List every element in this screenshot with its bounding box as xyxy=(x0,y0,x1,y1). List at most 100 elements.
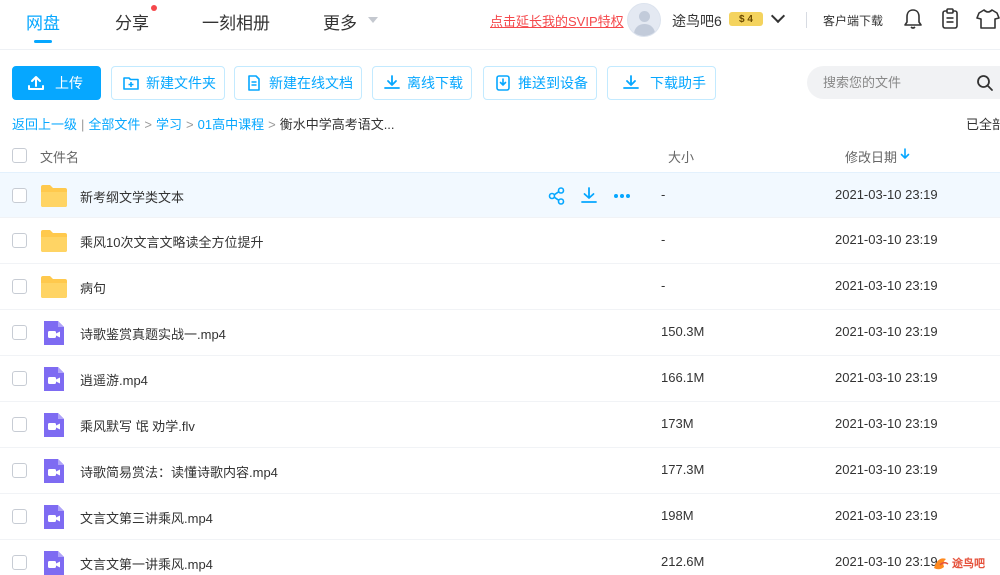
table-row[interactable]: 病句 - 2021-03-10 23:19 xyxy=(0,264,1000,310)
breadcrumb-item[interactable]: 01高中课程 xyxy=(198,117,264,132)
username[interactable]: 途鸟吧6 xyxy=(672,11,722,31)
file-date: 2021-03-10 23:19 xyxy=(835,232,938,247)
table-row[interactable]: 乘风默写 氓 劝学.flv 173M 2021-03-10 23:19 xyxy=(0,402,1000,448)
file-name[interactable]: 诗歌鉴赏真题实战一.mp4 xyxy=(80,324,226,343)
file-size: 212.6M xyxy=(661,554,705,569)
row-checkbox[interactable] xyxy=(12,279,27,294)
bell-icon[interactable] xyxy=(903,8,923,30)
watermark-text: 途鸟吧 xyxy=(952,556,985,570)
table-row[interactable]: 乘风10次文言文略读全方位提升 - 2021-03-10 23:19 xyxy=(0,218,1000,264)
chevron-down-icon[interactable] xyxy=(368,17,378,23)
file-size: 150.3M xyxy=(661,324,705,339)
divider xyxy=(806,12,807,28)
file-date: 2021-03-10 23:19 xyxy=(835,416,938,431)
avatar[interactable] xyxy=(627,3,661,37)
notification-dot xyxy=(151,5,157,11)
row-checkbox[interactable] xyxy=(12,188,27,203)
table-row[interactable]: 新考纲文学类文本 - 2021-03-10 23:19 xyxy=(0,172,1000,218)
share-icon[interactable] xyxy=(547,186,567,206)
file-name[interactable]: 文言文第一讲乘风.mp4 xyxy=(80,554,213,573)
breadcrumb-separator: > xyxy=(144,117,153,132)
table-row[interactable]: 文言文第三讲乘风.mp4 198M 2021-03-10 23:19 xyxy=(0,494,1000,540)
file-name[interactable]: 病句 xyxy=(80,278,106,297)
upload-label: 上传 xyxy=(55,75,83,91)
row-checkbox[interactable] xyxy=(12,463,27,478)
column-filename[interactable]: 文件名 xyxy=(40,147,79,166)
file-name[interactable]: 乘风默写 氓 劝学.flv xyxy=(80,416,195,435)
new-doc-label: 新建在线文档 xyxy=(269,75,353,91)
upload-button[interactable]: 上传 xyxy=(12,66,101,100)
offline-download-label: 离线下载 xyxy=(407,75,463,91)
shirt-icon[interactable] xyxy=(976,8,1000,30)
loaded-status: 已全部 xyxy=(966,117,1000,132)
download-icon[interactable] xyxy=(579,186,599,206)
row-checkbox[interactable] xyxy=(12,555,27,570)
more-icon[interactable] xyxy=(612,186,632,206)
breadcrumb-separator: > xyxy=(268,117,276,132)
breadcrumb-separator: > xyxy=(186,117,194,132)
video-file-icon xyxy=(44,551,64,575)
file-name[interactable]: 诗歌简易赏法：读懂诗歌内容.mp4 xyxy=(80,462,278,481)
push-device-icon xyxy=(496,75,510,91)
row-checkbox[interactable] xyxy=(12,371,27,386)
new-folder-button[interactable]: 新建文件夹 xyxy=(111,66,225,100)
breadcrumb-back[interactable]: 返回上一级 xyxy=(12,117,77,132)
select-all-checkbox[interactable] xyxy=(12,148,27,163)
search-icon[interactable] xyxy=(976,74,994,92)
video-file-icon xyxy=(44,321,64,345)
table-row[interactable]: 文言文第一讲乘风.mp4 212.6M 2021-03-10 23:19 xyxy=(0,540,1000,575)
file-name[interactable]: 逍遥游.mp4 xyxy=(80,370,148,389)
client-download-link[interactable]: 客户端下载 xyxy=(823,12,883,29)
folder-icon xyxy=(41,185,67,207)
table-row[interactable]: 诗歌鉴赏真题实战一.mp4 150.3M 2021-03-10 23:19 xyxy=(0,310,1000,356)
row-checkbox[interactable] xyxy=(12,509,27,524)
file-size: 166.1M xyxy=(661,370,705,385)
tab-netdisk[interactable]: 网盘 xyxy=(26,9,60,34)
download-icon xyxy=(623,75,639,89)
file-size: 198M xyxy=(661,508,694,523)
push-device-button[interactable]: 推送到设备 xyxy=(483,66,597,100)
tab-share[interactable]: 分享 xyxy=(115,9,149,34)
push-device-label: 推送到设备 xyxy=(518,75,588,91)
breadcrumb-separator: | xyxy=(81,117,85,132)
document-icon xyxy=(248,75,260,91)
breadcrumb-item[interactable]: 学习 xyxy=(156,117,182,132)
user-menu-chevron-icon[interactable] xyxy=(770,8,786,24)
file-name[interactable]: 乘风10次文言文略读全方位提升 xyxy=(80,232,263,251)
row-checkbox[interactable] xyxy=(12,325,27,340)
active-tab-indicator xyxy=(34,40,52,43)
file-date: 2021-03-10 23:19 xyxy=(835,324,938,339)
column-size[interactable]: 大小 xyxy=(668,147,694,166)
row-checkbox[interactable] xyxy=(12,417,27,432)
file-date: 2021-03-10 23:19 xyxy=(835,554,938,569)
video-file-icon xyxy=(44,505,64,529)
breadcrumb-item[interactable]: 全部文件 xyxy=(88,117,140,132)
search-input[interactable] xyxy=(823,73,963,91)
vip-badge: $ 4 xyxy=(729,12,763,26)
file-name[interactable]: 新考纲文学类文本 xyxy=(80,187,184,206)
tab-album[interactable]: 一刻相册 xyxy=(202,9,270,34)
search-box xyxy=(807,66,1000,99)
file-size: 177.3M xyxy=(661,462,705,477)
table-row[interactable]: 逍遥游.mp4 166.1M 2021-03-10 23:19 xyxy=(0,356,1000,402)
column-modified-date[interactable]: 修改日期 xyxy=(845,147,897,166)
top-nav: 网盘 分享 一刻相册 更多 点击延长我的SVIP特权 途鸟吧6 $ 4 客户端下… xyxy=(0,0,1000,50)
offline-download-button[interactable]: 离线下载 xyxy=(372,66,472,100)
video-file-icon xyxy=(44,459,64,483)
breadcrumb-current: 衡水中学高考语文... xyxy=(279,117,395,132)
new-doc-button[interactable]: 新建在线文档 xyxy=(234,66,362,100)
tab-more[interactable]: 更多 xyxy=(323,9,357,34)
svip-renew-link[interactable]: 点击延长我的SVIP特权 xyxy=(490,11,624,30)
video-file-icon xyxy=(44,367,64,391)
sort-desc-icon[interactable] xyxy=(899,147,911,161)
upload-icon xyxy=(28,76,44,90)
download-helper-button[interactable]: 下载助手 xyxy=(607,66,716,100)
video-file-icon xyxy=(44,413,64,437)
table-row[interactable]: 诗歌简易赏法：读懂诗歌内容.mp4 177.3M 2021-03-10 23:19 xyxy=(0,448,1000,494)
file-date: 2021-03-10 23:19 xyxy=(835,370,938,385)
file-name[interactable]: 文言文第三讲乘风.mp4 xyxy=(80,508,213,527)
clipboard-icon[interactable] xyxy=(940,8,960,30)
download-icon xyxy=(384,75,400,89)
row-checkbox[interactable] xyxy=(12,233,27,248)
table-header: 文件名 大小 修改日期 xyxy=(0,140,1000,172)
